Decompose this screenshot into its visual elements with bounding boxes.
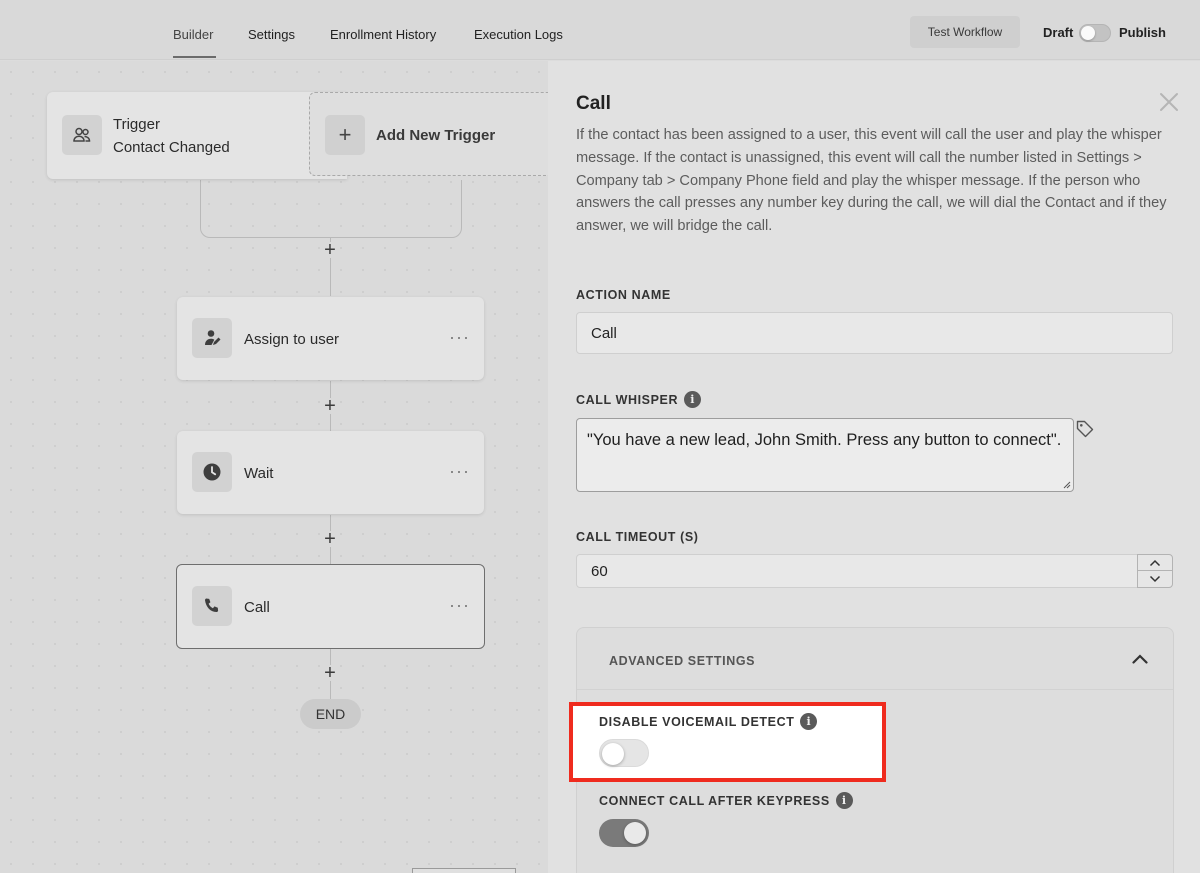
trigger-subtitle: Contact Changed <box>113 139 230 156</box>
chevron-down-icon <box>1149 575 1161 583</box>
add-step-button[interactable]: + <box>322 663 338 683</box>
panel-title: Call <box>576 93 611 114</box>
test-workflow-button[interactable]: Test Workflow <box>910 16 1020 48</box>
action-name-label: ACTION NAME <box>576 288 671 302</box>
clock-icon <box>192 452 232 492</box>
action-name-input[interactable]: Call <box>576 312 1173 354</box>
publish-toggle[interactable] <box>1079 24 1111 42</box>
connect-call-after-keypress-label-text: CONNECT CALL AFTER KEYPRESS <box>599 793 830 808</box>
toggle-knob <box>602 743 624 765</box>
tab-execution-logs[interactable]: Execution Logs <box>474 27 563 42</box>
advanced-settings-header[interactable]: ADVANCED SETTINGS <box>577 628 1173 690</box>
plus-icon: + <box>325 115 365 155</box>
add-new-trigger-label: Add New Trigger <box>376 127 496 144</box>
step-menu-button[interactable]: ··· <box>449 461 470 482</box>
draft-label: Draft <box>1043 25 1074 40</box>
step-wait[interactable]: Wait ··· <box>177 431 484 514</box>
add-step-button[interactable]: + <box>322 529 338 549</box>
toggle-knob <box>624 822 646 844</box>
info-icon[interactable]: i <box>800 713 818 730</box>
call-timeout-label-text: CALL TIMEOUT (S) <box>576 530 699 544</box>
disable-voicemail-detect-label: DISABLE VOICEMAIL DETECT i <box>599 713 818 730</box>
tag-icon[interactable] <box>1075 419 1095 439</box>
step-label: Call <box>244 599 270 616</box>
users-icon <box>62 115 102 155</box>
step-menu-button[interactable]: ··· <box>449 595 470 616</box>
increment-button[interactable] <box>1138 555 1172 571</box>
chevron-up-icon[interactable] <box>1131 652 1149 666</box>
call-whisper-label-text: CALL WHISPER <box>576 392 679 407</box>
canvas-scrollbar[interactable] <box>412 868 516 873</box>
active-tab-indicator <box>173 56 216 58</box>
disable-voicemail-detect-label-text: DISABLE VOICEMAIL DETECT <box>599 714 795 729</box>
publish-label: Publish <box>1119 25 1166 40</box>
top-bar: Builder Settings Enrollment History Exec… <box>0 0 1200 60</box>
decrement-button[interactable] <box>1138 571 1172 587</box>
panel-description: If the contact has been assigned to a us… <box>576 127 1167 235</box>
user-assign-icon <box>192 318 232 358</box>
call-whisper-label: CALL WHISPER i <box>576 391 702 408</box>
publish-toggle-knob <box>1081 26 1095 40</box>
connect-call-after-keypress-label: CONNECT CALL AFTER KEYPRESS i <box>599 792 853 809</box>
step-call[interactable]: Call ··· <box>176 564 485 649</box>
add-step-button[interactable]: + <box>322 396 338 416</box>
action-name-label-text: ACTION NAME <box>576 288 671 302</box>
call-whisper-text: "You have a new lead, John Smith. Press … <box>587 431 1062 449</box>
tab-builder[interactable]: Builder <box>173 27 213 42</box>
step-label: Wait <box>244 465 274 482</box>
info-icon[interactable]: i <box>835 792 853 809</box>
advanced-settings-title: ADVANCED SETTINGS <box>609 654 756 668</box>
connect-call-after-keypress-toggle[interactable] <box>599 819 649 847</box>
tab-settings[interactable]: Settings <box>248 27 295 42</box>
chevron-up-icon <box>1149 559 1161 566</box>
info-icon[interactable]: i <box>684 391 702 408</box>
call-timeout-input[interactable]: 60 <box>576 554 1138 588</box>
end-node: END <box>300 699 361 729</box>
action-settings-panel: Call If the contact has been assigned to… <box>548 61 1200 873</box>
close-icon[interactable] <box>1158 91 1180 113</box>
step-label: Assign to user <box>244 331 340 348</box>
phone-icon <box>192 586 232 626</box>
disable-voicemail-detect-toggle[interactable] <box>599 739 649 767</box>
quantity-stepper[interactable] <box>1137 554 1173 588</box>
step-assign-to-user[interactable]: Assign to user ··· <box>177 297 484 380</box>
call-timeout-label: CALL TIMEOUT (S) <box>576 530 699 544</box>
step-menu-button[interactable]: ··· <box>449 327 470 348</box>
resize-handle-icon[interactable] <box>1063 481 1071 489</box>
add-new-trigger[interactable]: + Add New Trigger <box>309 92 549 176</box>
tab-enrollment-history[interactable]: Enrollment History <box>330 27 436 42</box>
trigger-connector <box>200 180 462 238</box>
call-whisper-textarea[interactable]: "You have a new lead, John Smith. Press … <box>576 418 1074 492</box>
add-step-button[interactable]: + <box>322 240 338 260</box>
trigger-node[interactable]: Trigger Contact Changed <box>47 92 347 179</box>
trigger-title: Trigger <box>113 116 160 133</box>
